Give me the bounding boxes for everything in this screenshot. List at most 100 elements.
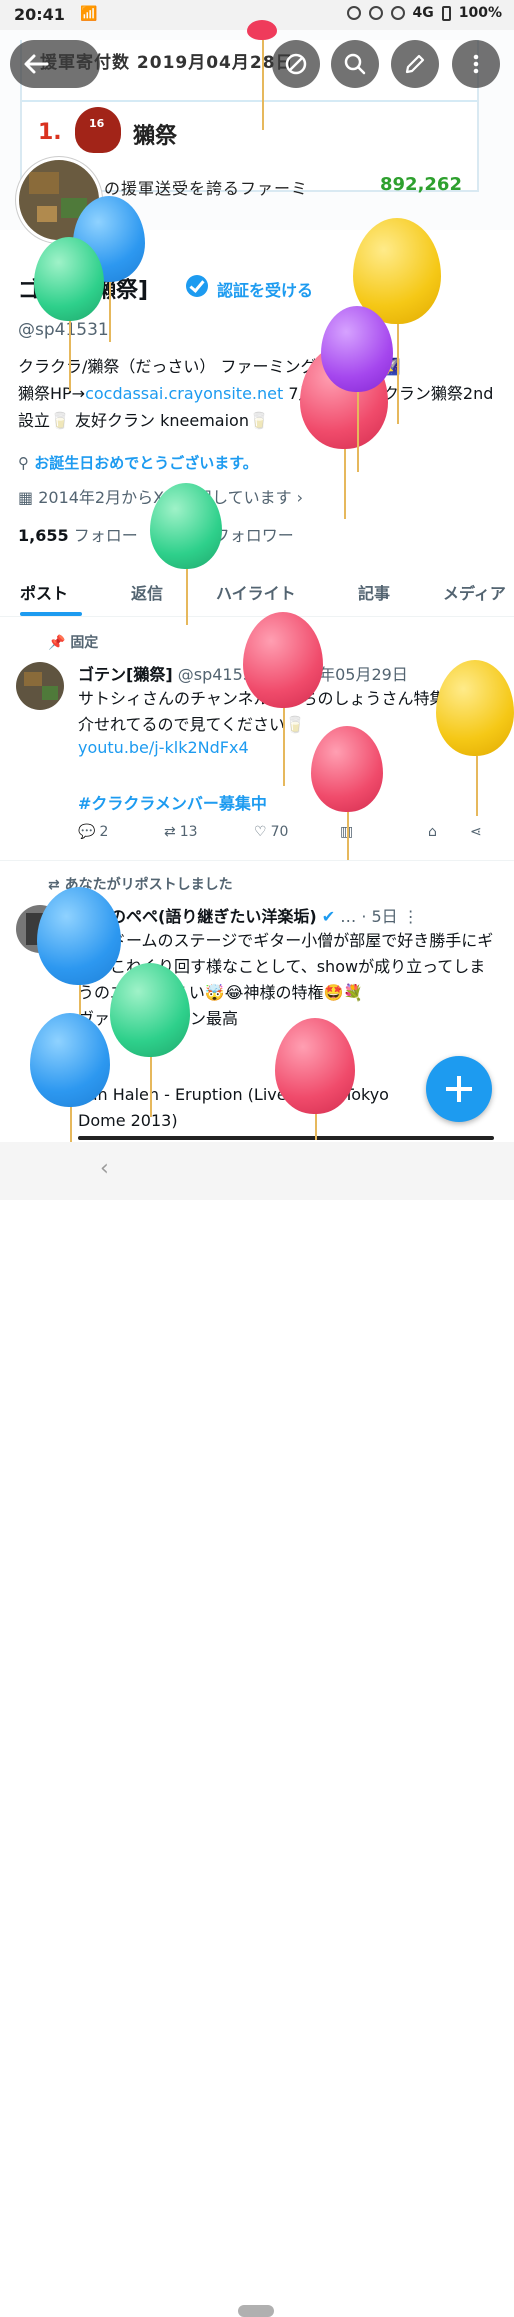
tweet-text-line2: ヴァン・ヘイレン最高 xyxy=(78,1009,239,1028)
followers-count: 1,255 xyxy=(158,526,209,545)
profile-handle: @sp41531 xyxy=(18,320,109,340)
tweet-avatar[interactable] xyxy=(16,905,64,953)
tab-posts[interactable]: ポスト xyxy=(20,580,68,604)
views-icon: ▥ xyxy=(340,824,354,840)
retweet-button[interactable]: ⇄ 13 xyxy=(164,824,198,840)
tweet-hashtag[interactable]: #クラクラメンバー募集中 xyxy=(78,790,267,814)
tweet-text-main: 東京ドームのステージでギター小僧が部屋で好き勝手にギターこねくり回す様なことして… xyxy=(78,931,494,1002)
avatar-tile xyxy=(29,172,59,194)
search-button[interactable] xyxy=(331,40,379,88)
tab-articles[interactable]: 記事 xyxy=(358,580,390,604)
tweet-author-name[interactable]: 稲妻のペペ(語り継ぎたい洋楽垢) xyxy=(78,907,317,926)
bio-line1: クラクラ/獺祭（だっさい） ファーミングは獺祭で🌠 xyxy=(18,357,401,376)
pencil-icon xyxy=(405,54,425,74)
get-verified-link[interactable]: 認証を受ける xyxy=(217,277,313,301)
banner-clan-name: 獺祭 xyxy=(133,124,178,149)
back-button[interactable] xyxy=(10,40,100,88)
battery-icon xyxy=(441,5,451,21)
following-count: 1,655 xyxy=(18,526,69,545)
active-tab-indicator xyxy=(20,612,82,616)
like-button[interactable]: ♡ 70 xyxy=(254,824,288,840)
like-count: 70 xyxy=(270,824,289,840)
profile-name: ゴテン[獺祭] xyxy=(18,278,149,303)
verified-badge-icon xyxy=(186,275,208,297)
edit-profile-button[interactable] xyxy=(391,40,439,88)
tweet-divider xyxy=(0,860,514,861)
video-card-bar xyxy=(78,1136,494,1140)
follow-stats: 1,655 フォロー 1,255 フォロワー xyxy=(18,522,294,546)
repost-text: あなたがリポストしました xyxy=(64,877,233,893)
reply-button[interactable]: 💬 2 xyxy=(78,824,108,840)
tweet-handle-date: @sp41531 · 2020年05月29日 xyxy=(177,665,408,684)
tweet-header: 稲妻のペペ(語り継ぎたい洋楽垢) ✔ … · 5日 ⋮ xyxy=(78,903,419,927)
android-nav-bar: ‹ xyxy=(0,1142,514,2317)
grok-icon xyxy=(285,53,307,75)
heart-icon: ♡ xyxy=(254,824,267,840)
network-label: 4G xyxy=(412,5,434,21)
calendar-icon: ▦ xyxy=(18,488,39,507)
tweet-actions: 💬 2 ⇄ 13 ♡ 70 ▥ ⌂ ⋖ xyxy=(78,824,498,848)
reply-icon: 💬 xyxy=(78,824,96,840)
following-link[interactable]: 1,655 フォロー xyxy=(18,526,138,545)
pinned-label: 📌 固定 xyxy=(48,632,98,652)
back-arrow-icon xyxy=(24,54,49,74)
battery-label: 100% xyxy=(458,5,502,21)
clan-badge-icon: 16 xyxy=(75,107,121,153)
badge-level: 16 xyxy=(89,117,105,130)
tab-replies[interactable]: 返信 xyxy=(131,580,163,604)
status-bar: 20:41 📶 4G 100% xyxy=(0,0,514,30)
tweet-avatar[interactable] xyxy=(16,662,64,710)
birthday-text: お誕生日おめでとうございます。 xyxy=(34,454,258,472)
tab-highlights[interactable]: ハイライト xyxy=(216,580,296,604)
avatar-tile xyxy=(61,198,87,218)
bookmark-button[interactable]: ⌂ xyxy=(428,824,437,840)
retweet-count: 13 xyxy=(179,824,198,840)
banner-score: 892,262 xyxy=(380,174,462,195)
tweet-text: サトシィさんのチャンネルでうちのしょうさん特集で紹介せれてるので見てください🥛 xyxy=(78,689,478,734)
more-options-button[interactable] xyxy=(452,40,500,88)
pinned-text: 固定 xyxy=(70,635,99,651)
alarm-icon xyxy=(346,6,361,20)
avatar-tile xyxy=(42,686,58,700)
joined-line: ▦ 2014年2月からXを利用しています › xyxy=(18,484,303,508)
banner-divider xyxy=(22,100,477,102)
nav-back-icon[interactable]: ‹ xyxy=(100,1156,109,1181)
tweet-meta: … · 5日 xyxy=(340,907,398,926)
share-icon: ⋖ xyxy=(470,824,482,840)
profile-bio: クラクラ/獺祭（だっさい） ファーミングは獺祭で🌠 獺祭HP→cocdassai… xyxy=(18,353,496,434)
birthday-line: ⚲ お誕生日おめでとうございます。 xyxy=(18,452,258,473)
chevron-right-icon: › xyxy=(291,488,304,507)
followers-label: フォロワー xyxy=(213,526,294,545)
tab-media[interactable]: メディア xyxy=(443,580,506,604)
joined-text: 2014年2月からXを利用しています xyxy=(38,488,292,507)
grok-button[interactable] xyxy=(272,40,320,88)
bio-prefix: 獺祭HP→ xyxy=(18,384,86,403)
nav-home-pill[interactable] xyxy=(238,2305,274,2317)
dnd-icon xyxy=(390,6,405,20)
retweet-icon: ⇄ xyxy=(164,824,176,840)
mute-icon xyxy=(368,6,383,20)
bookmark-icon: ⌂ xyxy=(428,824,437,840)
reply-count: 2 xyxy=(99,824,109,840)
share-button[interactable]: ⋖ xyxy=(470,824,482,840)
retweet-icon: ⇄ xyxy=(48,877,65,893)
avatar-tile xyxy=(37,206,57,222)
status-icons: 4G 100% xyxy=(346,5,502,21)
banner-rank: 1. xyxy=(38,120,62,145)
tweet-author-name[interactable]: ゴテン[獺祭] xyxy=(78,665,173,684)
compose-post-button[interactable] xyxy=(426,1056,492,1122)
search-icon xyxy=(344,53,366,75)
bio-website-link[interactable]: cocdassai.crayonsite.net xyxy=(85,384,283,403)
followers-link[interactable]: 1,255 フォロワー xyxy=(158,526,294,545)
tweet-link[interactable]: youtu.be/j-klk2NdFx4 xyxy=(78,738,249,757)
more-icon[interactable]: ⋮ xyxy=(403,907,419,926)
profile-avatar[interactable] xyxy=(16,157,102,243)
tweet-header: ゴテン[獺祭] @sp41531 · 2020年05月29日 xyxy=(78,661,408,685)
video-card-title[interactable]: Van Halen - Eruption (Live at the Tokyo … xyxy=(78,1082,438,1134)
bio-line2: 獺祭HP→cocdassai.crayonsite.net 7月22日サブクラン… xyxy=(18,380,496,434)
banner-farm-text: の援軍送受を誇るファーミ xyxy=(104,179,309,198)
following-label: フォロー xyxy=(73,526,138,545)
pin-icon: 📌 xyxy=(48,635,71,651)
profile-tabs: ポスト 返信 ハイライト 記事 メディア xyxy=(0,568,514,617)
views-button[interactable]: ▥ xyxy=(340,824,353,840)
